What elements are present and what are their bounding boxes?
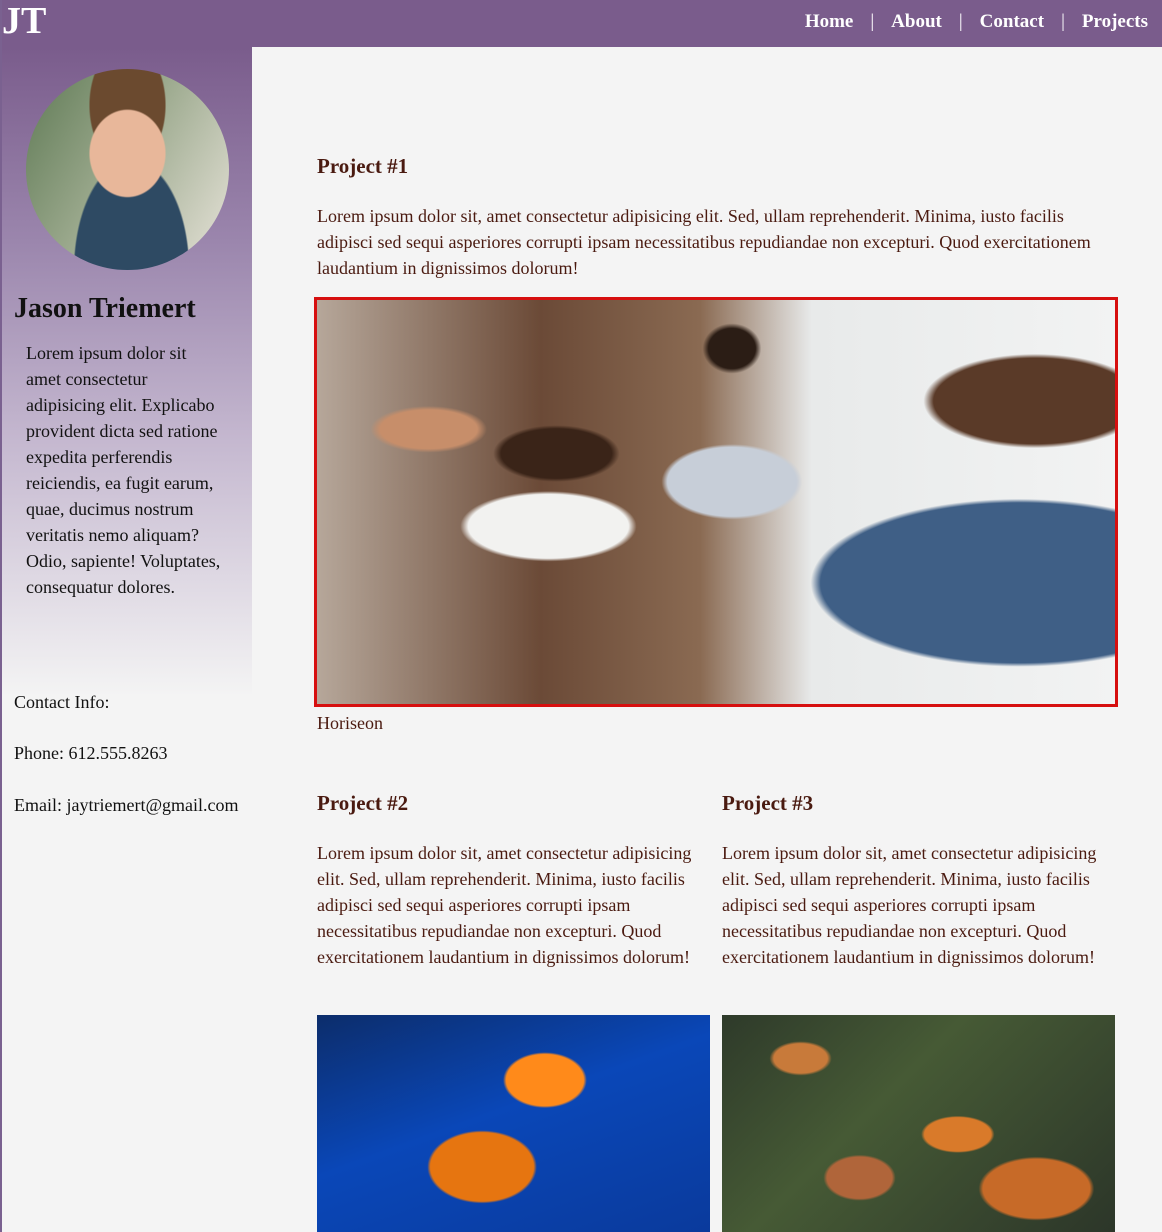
nav-separator: | [958, 11, 963, 32]
contact-email: Email: jaytriemert@gmail.com [14, 795, 239, 815]
project-2-title: Project #2 [317, 791, 409, 815]
project-1-image[interactable] [314, 297, 1118, 707]
main-nav: Home | About | Contact | Projects [805, 10, 1148, 34]
project-1-description: Lorem ipsum dolor sit, amet consectetur … [317, 206, 1091, 278]
project-1-caption: Horiseon [317, 713, 383, 733]
site-header: JT Home | About | Contact | Projects [0, 0, 1162, 47]
contact-phone: Phone: 612.555.8263 [14, 743, 168, 763]
profile-bio: Lorem ipsum dolor sit amet consectetur a… [26, 343, 221, 597]
nav-projects-link[interactable]: Projects [1082, 10, 1148, 34]
nav-about-link[interactable]: About [891, 10, 942, 34]
project-2-description: Lorem ipsum dolor sit, amet consectetur … [317, 843, 692, 967]
nav-contact-link[interactable]: Contact [980, 10, 1044, 34]
site-logo[interactable]: JT [2, 0, 46, 43]
contact-heading: Contact Info: [14, 692, 110, 712]
nav-separator: | [1061, 11, 1065, 32]
page-left-edge [0, 0, 2, 1232]
project-3-image[interactable] [722, 1015, 1115, 1232]
project-3-description: Lorem ipsum dolor sit, amet consectetur … [722, 843, 1097, 967]
nav-home-link[interactable]: Home [805, 10, 854, 34]
project-3-title: Project #3 [722, 791, 814, 815]
profile-name: Jason Triemert [14, 293, 196, 324]
profile-avatar [26, 69, 229, 270]
nav-separator: | [870, 11, 875, 32]
project-2-image[interactable] [317, 1015, 710, 1232]
project-1-title: Project #1 [317, 154, 409, 178]
